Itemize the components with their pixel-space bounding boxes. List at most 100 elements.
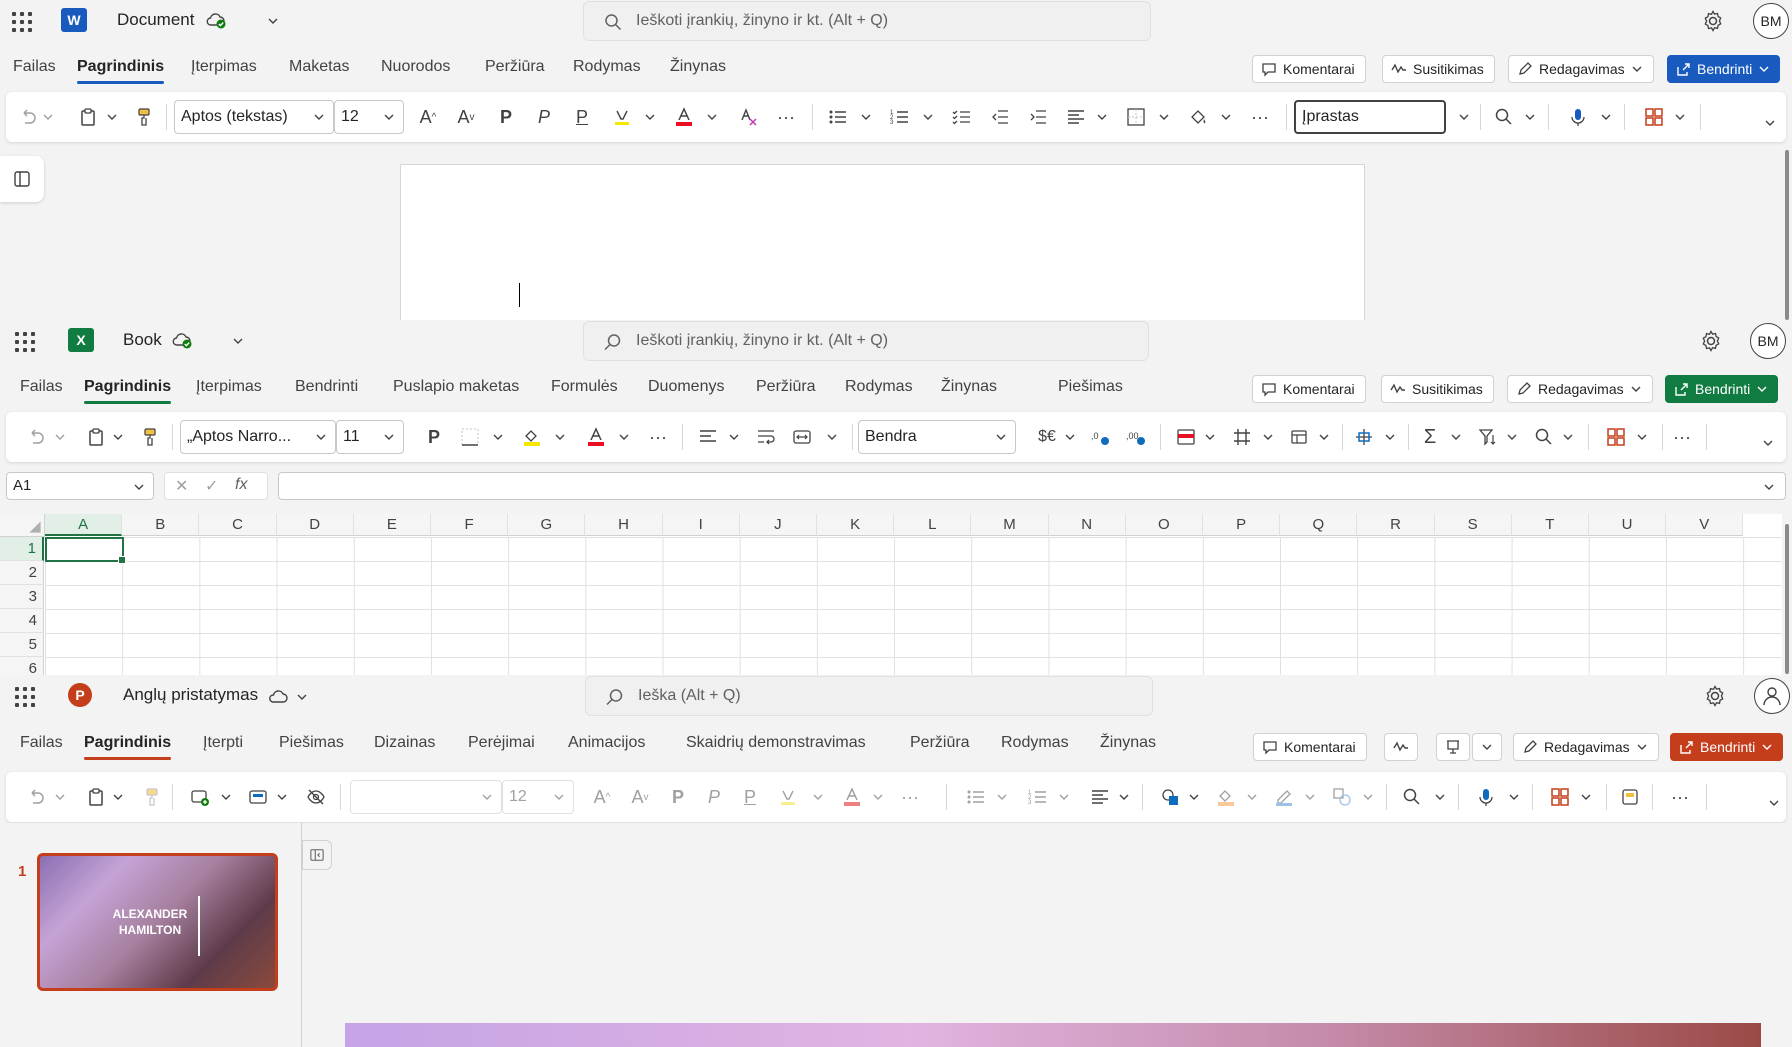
column-header[interactable]: E — [353, 514, 431, 536]
chevron-down-icon[interactable] — [112, 791, 124, 803]
bullets-icon[interactable] — [964, 785, 988, 809]
search-input[interactable]: Ieškoti įrankių, žinyno ir kt. (Alt + Q) — [583, 321, 1149, 361]
vertical-scrollbar[interactable] — [1782, 150, 1792, 320]
chevron-down-icon[interactable] — [220, 791, 232, 803]
column-header[interactable]: L — [894, 514, 972, 536]
chevron-down-icon[interactable] — [706, 111, 718, 123]
borders-icon[interactable] — [1124, 105, 1148, 129]
add-ins-icon[interactable] — [1642, 105, 1666, 129]
font-size-dropdown[interactable]: 12 — [502, 780, 574, 814]
avatar[interactable]: BM — [1753, 3, 1789, 39]
vertical-scrollbar[interactable] — [1782, 510, 1792, 675]
chevron-down-icon[interactable] — [812, 791, 824, 803]
doc-title[interactable]: Book — [123, 330, 162, 350]
tab-insert[interactable]: Įterpti — [203, 734, 243, 752]
tab-share[interactable]: Bendrinti — [295, 378, 358, 396]
tab-review[interactable]: Peržiūra — [756, 378, 816, 396]
font-name-dropdown[interactable]: Aptos (tekstas) — [174, 100, 334, 134]
column-header[interactable]: G — [508, 514, 586, 536]
tab-home[interactable]: Pagrindinis — [84, 734, 172, 760]
column-header[interactable]: K — [817, 514, 895, 536]
column-header[interactable]: T — [1511, 514, 1589, 536]
number-format-dropdown[interactable]: Bendra — [858, 420, 1016, 454]
tab-file[interactable]: Failas — [13, 58, 56, 76]
hide-slide-icon[interactable] — [304, 785, 328, 809]
format-as-table-icon[interactable] — [1230, 425, 1254, 449]
row-header[interactable]: 4 — [0, 609, 44, 633]
checklist-icon[interactable] — [950, 105, 974, 129]
chevron-down-icon[interactable] — [1158, 111, 1170, 123]
doc-title[interactable]: Document — [117, 10, 194, 30]
chevron-down-icon[interactable] — [42, 111, 54, 123]
chevron-down-icon[interactable] — [1064, 431, 1076, 443]
undo-icon[interactable] — [24, 425, 48, 449]
chevron-down-icon[interactable] — [267, 15, 279, 27]
chevron-down-icon[interactable] — [1600, 111, 1612, 123]
row-header[interactable]: 1 — [0, 537, 44, 561]
column-header[interactable]: D — [276, 514, 354, 536]
chevron-down-icon[interactable] — [1246, 791, 1258, 803]
italic-icon[interactable]: P — [702, 785, 726, 809]
column-header[interactable]: S — [1434, 514, 1512, 536]
tab-transitions[interactable]: Perėjimai — [468, 734, 535, 752]
chevron-down-icon[interactable] — [106, 111, 118, 123]
column-header[interactable]: F — [431, 514, 509, 536]
shading-icon[interactable] — [1186, 105, 1210, 129]
more-options-icon[interactable]: ··· — [646, 425, 670, 449]
chevron-down-icon[interactable] — [554, 431, 566, 443]
app-launcher-icon[interactable] — [13, 685, 37, 709]
activity-button[interactable] — [1384, 733, 1418, 761]
tab-page-layout[interactable]: Puslapio maketas — [393, 378, 519, 396]
tab-view[interactable]: Rodymas — [845, 378, 913, 396]
tab-insert[interactable]: Įterpimas — [191, 58, 257, 76]
shapes-icon[interactable] — [1158, 785, 1182, 809]
scrollbar-thumb[interactable] — [1785, 150, 1789, 320]
clipboard-icon[interactable] — [76, 105, 100, 129]
tab-references[interactable]: Nuorodos — [381, 58, 450, 76]
chevron-down-icon[interactable] — [996, 791, 1008, 803]
cell-styles-icon[interactable] — [1288, 425, 1312, 449]
gear-icon[interactable] — [1701, 9, 1725, 33]
tab-insert[interactable]: Įterpimas — [196, 378, 262, 396]
align-icon[interactable] — [1088, 785, 1112, 809]
tab-draw[interactable]: Piešimas — [1058, 378, 1123, 396]
increase-indent-icon[interactable] — [1026, 105, 1050, 129]
row-header[interactable]: 5 — [0, 633, 44, 657]
chevron-down-icon[interactable] — [1096, 111, 1108, 123]
wrap-text-icon[interactable] — [754, 425, 778, 449]
layout-icon[interactable] — [246, 785, 270, 809]
column-header[interactable]: U — [1589, 514, 1667, 536]
add-ins-icon[interactable] — [1548, 785, 1572, 809]
cancel-icon[interactable]: ✕ — [175, 476, 188, 496]
bullets-icon[interactable] — [826, 105, 850, 129]
column-header[interactable]: J — [739, 514, 817, 536]
gear-icon[interactable] — [1699, 329, 1723, 353]
find-icon[interactable] — [1492, 105, 1516, 129]
comments-button[interactable]: Komentarai — [1252, 55, 1366, 83]
chevron-down-icon[interactable] — [728, 431, 740, 443]
chevron-down-icon[interactable] — [922, 111, 934, 123]
font-color-icon[interactable] — [584, 425, 608, 449]
chevron-down-icon[interactable] — [1188, 791, 1200, 803]
chevron-down-icon[interactable] — [1384, 431, 1396, 443]
tab-view[interactable]: Rodymas — [573, 58, 641, 76]
chevron-down-icon[interactable] — [1118, 791, 1130, 803]
chevron-down-icon[interactable] — [1450, 431, 1462, 443]
decrease-indent-icon[interactable] — [988, 105, 1012, 129]
cell-area[interactable] — [45, 537, 1782, 675]
arrange-icon[interactable] — [1330, 785, 1354, 809]
present-button[interactable] — [1436, 733, 1470, 761]
chevron-down-icon[interactable] — [1524, 111, 1536, 123]
tab-home[interactable]: Pagrindinis — [84, 378, 172, 404]
meeting-button[interactable]: Susitikimas — [1381, 375, 1494, 403]
undo-icon[interactable] — [24, 785, 48, 809]
chevron-down-icon[interactable] — [860, 111, 872, 123]
column-header[interactable]: I — [662, 514, 740, 536]
tab-design[interactable]: Dizainas — [374, 734, 435, 752]
column-header[interactable]: C — [199, 514, 277, 536]
column-header[interactable]: R — [1357, 514, 1435, 536]
comments-button[interactable]: Komentarai — [1253, 733, 1367, 761]
search-input[interactable]: Ieška (Alt + Q) — [585, 676, 1153, 716]
formula-bar-input[interactable] — [278, 472, 1786, 500]
name-box[interactable]: A1 — [6, 472, 154, 500]
